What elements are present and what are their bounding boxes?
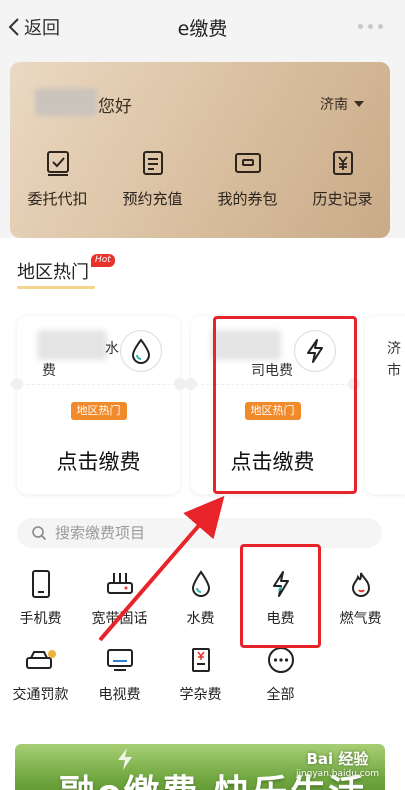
nav-bar: 返回 e缴费: [0, 0, 405, 54]
phone-icon: [0, 568, 81, 600]
watermark-logo: Bai 经验: [306, 750, 369, 768]
service-all[interactable]: 全部: [240, 644, 321, 704]
service-broadband[interactable]: 宽带固话: [79, 568, 160, 628]
service-tuition[interactable]: 学杂费: [160, 644, 241, 704]
car-icon: [0, 644, 81, 676]
action-history[interactable]: 历史记录: [295, 148, 390, 209]
lightning-icon: [294, 330, 336, 372]
section-underline: [17, 286, 95, 289]
hot-cards: 水 费 地区热门 点击缴费 司电费 地区热门 点击缴费 济 市: [0, 316, 405, 496]
hot-badge: Hot: [91, 254, 115, 267]
city-selector[interactable]: 济南: [320, 94, 364, 114]
service-label: 电费: [266, 611, 295, 627]
card-notch: [11, 378, 23, 390]
service-label: 水费: [186, 611, 215, 627]
service-label: 电视费: [98, 687, 141, 703]
regional-section: 地区热门 Hot 水 费 地区热门 点击缴费 司电费 地区热门 点击缴费 济 市…: [0, 238, 405, 790]
service-electric[interactable]: 电费: [240, 568, 321, 628]
city-label: 济南: [320, 97, 348, 113]
blurred-company-name: [37, 330, 107, 360]
action-coupons[interactable]: 我的券包: [200, 148, 295, 209]
service-phone[interactable]: 手机费: [0, 568, 81, 628]
pay-label: 点击缴费: [56, 450, 141, 474]
region-hot-badge: 地区热门: [244, 402, 301, 420]
blurred-company-name: [211, 330, 281, 360]
card-name: 济: [387, 341, 401, 357]
flame-icon: [320, 568, 401, 600]
yen-record-icon: [295, 148, 390, 178]
action-label: 预约充值: [122, 190, 183, 208]
router-icon: [79, 568, 160, 600]
card-name: 费: [42, 363, 56, 379]
blurred-username: [35, 88, 97, 116]
service-label: 宽带固话: [91, 611, 148, 627]
action-label: 历史记录: [312, 190, 373, 208]
service-label: 燃气费: [339, 611, 382, 627]
tv-icon: [79, 644, 160, 676]
card-name: 司电费: [251, 363, 293, 379]
card-name: 水: [105, 341, 119, 357]
search-icon: [32, 526, 47, 541]
coupon-icon: [200, 148, 295, 178]
hot-card-partial[interactable]: 济 市: [365, 316, 405, 494]
page-title: e缴费: [177, 18, 228, 40]
service-tv[interactable]: 电视费: [79, 644, 160, 704]
action-label: 委托代扣: [27, 190, 88, 208]
watermark: Bai 经验 jingyan.baidu.com: [296, 748, 379, 779]
action-auto-debit[interactable]: 委托代扣: [10, 148, 105, 209]
card-divider: [191, 384, 354, 385]
search-bar[interactable]: [17, 518, 382, 548]
document-icon: [105, 148, 200, 178]
water-drop-icon: [120, 330, 162, 372]
service-label: 手机费: [19, 611, 62, 627]
section-title: 地区热门: [17, 262, 89, 283]
check-box-icon: [10, 148, 105, 178]
triangle-down-icon: [354, 101, 364, 107]
user-hero-card: 您好 济南 委托代扣 预约充值 我的券包 历史记录: [10, 62, 390, 238]
region-hot-badge: 地区热门: [70, 402, 127, 420]
water-drop-icon: [160, 568, 241, 600]
card-notch: [185, 378, 197, 390]
service-label: 交通罚款: [12, 687, 69, 703]
service-traffic-fine[interactable]: 交通罚款: [0, 644, 81, 704]
greeting-text: 您好: [98, 97, 132, 117]
action-label: 我的券包: [217, 190, 278, 208]
action-scheduled-topup[interactable]: 预约充值: [105, 148, 200, 209]
promo-banner[interactable]: 融e缴费 快乐生活 Bai 经验 jingyan.baidu.com: [15, 744, 385, 790]
hot-card-electric[interactable]: 司电费 地区热门 点击缴费: [185, 316, 360, 494]
service-label: 学杂费: [179, 687, 222, 703]
pay-label: 点击缴费: [230, 450, 315, 474]
card-notch: [348, 378, 360, 390]
service-gas[interactable]: 燃气费: [320, 568, 401, 628]
more-icon: [240, 644, 321, 676]
service-label: 全部: [266, 687, 295, 703]
lightning-icon: [240, 568, 321, 600]
quick-actions: 委托代扣 预约充值 我的券包 历史记录: [10, 148, 390, 209]
search-input[interactable]: [55, 524, 355, 542]
hot-card-water[interactable]: 水 费 地区热门 点击缴费: [11, 316, 186, 494]
more-options-icon[interactable]: [358, 24, 383, 29]
watermark-url: jingyan.baidu.com: [295, 769, 379, 779]
tuition-icon: [160, 644, 241, 676]
card-divider: [17, 384, 180, 385]
card-name: 市: [387, 363, 401, 379]
service-water[interactable]: 水费: [160, 568, 241, 628]
